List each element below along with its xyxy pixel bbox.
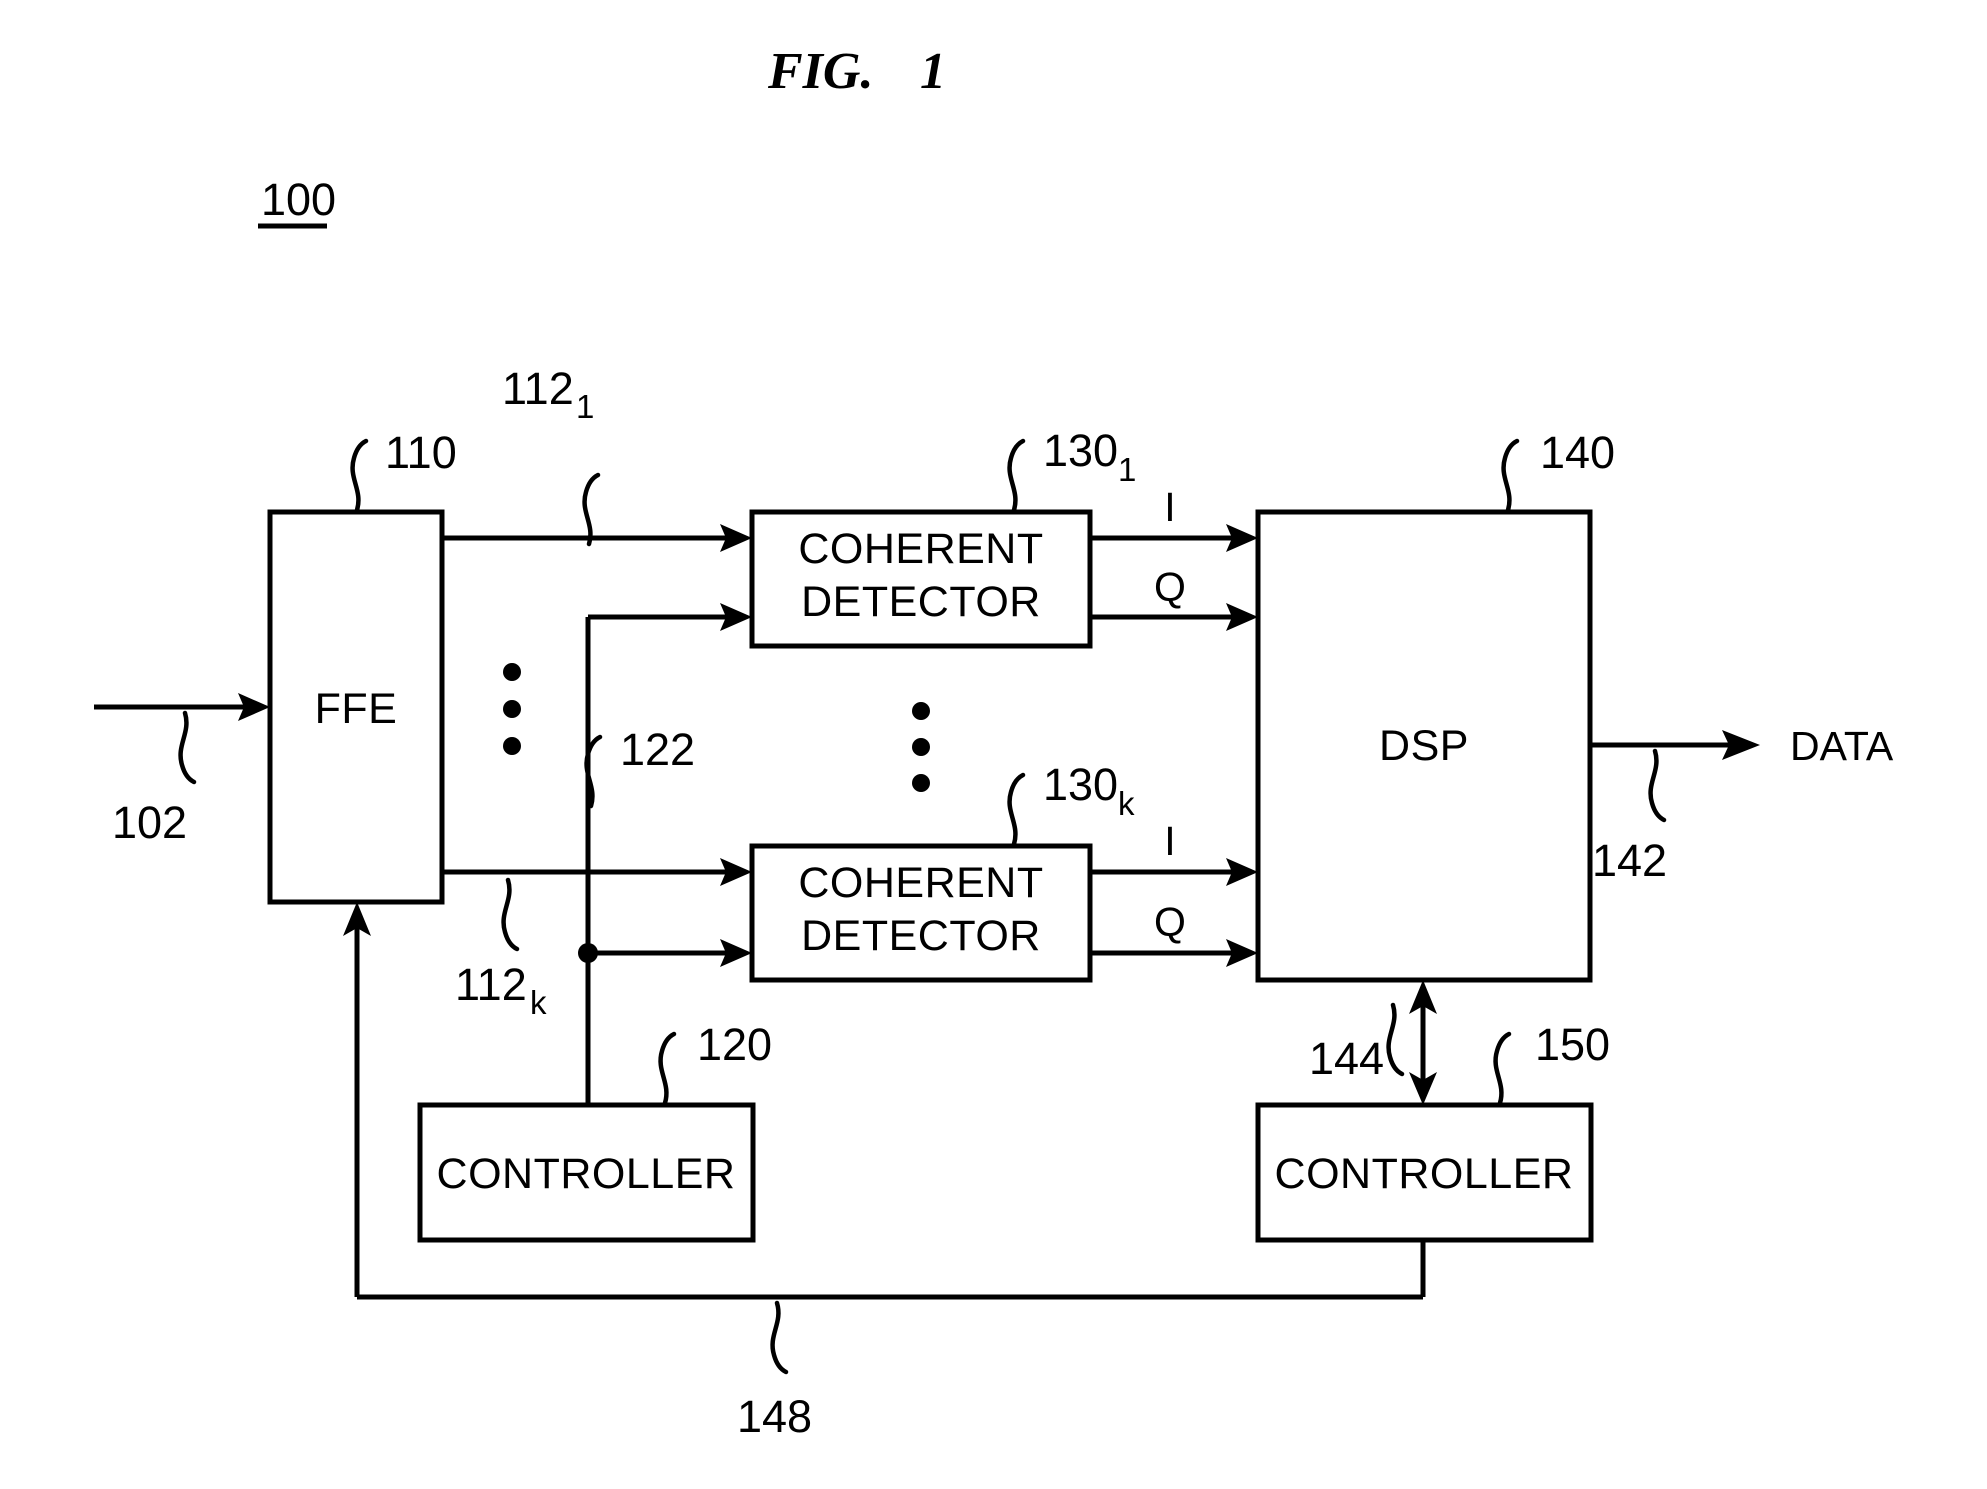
coherent-detector-1-subscript: 1	[1118, 451, 1136, 488]
coherent-detector-k-label-line2: DETECTOR	[801, 912, 1041, 960]
controller-right-leader	[1493, 1031, 1512, 1106]
dsp-controller-leader	[1386, 1002, 1405, 1077]
ffe-output-1-group: 112 1	[442, 363, 752, 552]
system-reference-number: 100	[261, 174, 336, 225]
detector-1-outputs-group: I Q	[1090, 484, 1258, 631]
detector-ellipsis	[912, 702, 930, 792]
ffe-block-label: FFE	[315, 685, 398, 733]
dsp-reference-number: 140	[1540, 427, 1615, 478]
ffe-output-1-leader	[582, 472, 601, 547]
ffe-leader-line	[350, 438, 369, 513]
coherent-detector-1-leader	[1007, 438, 1026, 513]
ffe-block-group: FFE 110	[267, 427, 457, 905]
input-signal-group: 102	[94, 693, 270, 848]
figure-title-number: 1	[920, 43, 946, 100]
figure-title-main: FIG.	[767, 43, 873, 100]
coherent-detector-1-reference: 130	[1043, 425, 1118, 476]
ellipsis-dot	[912, 702, 930, 720]
detector-k-q-label: Q	[1154, 899, 1186, 945]
ffe-output-1-reference: 112	[502, 363, 574, 414]
controller-left-group: CONTROLLER 120	[417, 1019, 772, 1243]
ffe-output-k-leader	[501, 877, 520, 952]
figure-canvas: FIG. 1 100 102 FFE 110 112 1 122 112 k C…	[94, 43, 1894, 1442]
coherent-detector-1-label-line2: DETECTOR	[801, 578, 1041, 626]
coherent-detector-k-subscript: k	[1118, 785, 1135, 822]
coherent-detector-1-label-line1: COHERENT	[798, 525, 1043, 573]
coherent-detector-1-group: COHERENT DETECTOR 130 1	[749, 425, 1136, 649]
data-output-group: DATA 142	[1590, 723, 1894, 886]
data-output-leader	[1648, 748, 1667, 823]
ellipsis-dot	[503, 737, 521, 755]
controller-left-label: CONTROLLER	[437, 1150, 736, 1198]
ffe-reference-number: 110	[385, 427, 457, 478]
ffe-output-ellipsis	[503, 663, 521, 755]
controller-bus-reference: 122	[620, 724, 695, 775]
input-leader-line	[178, 710, 197, 785]
ellipsis-dot	[912, 738, 930, 756]
dsp-leader-line	[1501, 438, 1520, 513]
ffe-output-1-subscript: 1	[576, 388, 594, 425]
controller-bus-junction-dot	[578, 943, 598, 963]
data-output-reference: 142	[1592, 835, 1667, 886]
controller-left-leader	[658, 1031, 677, 1106]
ffe-output-k-subscript: k	[530, 984, 547, 1021]
detector-k-outputs-group: I Q	[1090, 818, 1258, 967]
ellipsis-dot	[912, 774, 930, 792]
detector-1-i-label: I	[1164, 484, 1175, 530]
detector-k-i-label: I	[1164, 818, 1175, 864]
coherent-detector-k-group: COHERENT DETECTOR 130 k	[749, 759, 1135, 983]
coherent-detector-k-reference: 130	[1043, 759, 1118, 810]
coherent-detector-k-leader	[1007, 772, 1026, 847]
dsp-controller-link-group: 144	[1309, 980, 1437, 1105]
dsp-block-label: DSP	[1379, 722, 1469, 770]
patent-figure-page: FIG. 1 100 102 FFE 110 112 1 122 112 k C…	[0, 0, 1987, 1489]
ffe-output-k-group: 112 k	[442, 858, 752, 1021]
feedback-leader	[770, 1300, 789, 1375]
detector-1-q-label: Q	[1154, 564, 1186, 610]
data-output-label: DATA	[1790, 723, 1894, 769]
ellipsis-dot	[503, 663, 521, 681]
controller-right-reference: 150	[1535, 1019, 1610, 1070]
coherent-detector-k-label-line1: COHERENT	[798, 859, 1043, 907]
ffe-output-k-reference: 112	[455, 959, 527, 1010]
feedback-reference: 148	[737, 1391, 812, 1442]
controller-left-reference: 120	[697, 1019, 772, 1070]
dsp-block-group: DSP 140	[1255, 427, 1615, 983]
dsp-controller-reference: 144	[1309, 1033, 1384, 1084]
controller-right-label: CONTROLLER	[1275, 1150, 1574, 1198]
input-reference-number: 102	[112, 797, 187, 848]
ellipsis-dot	[503, 700, 521, 718]
